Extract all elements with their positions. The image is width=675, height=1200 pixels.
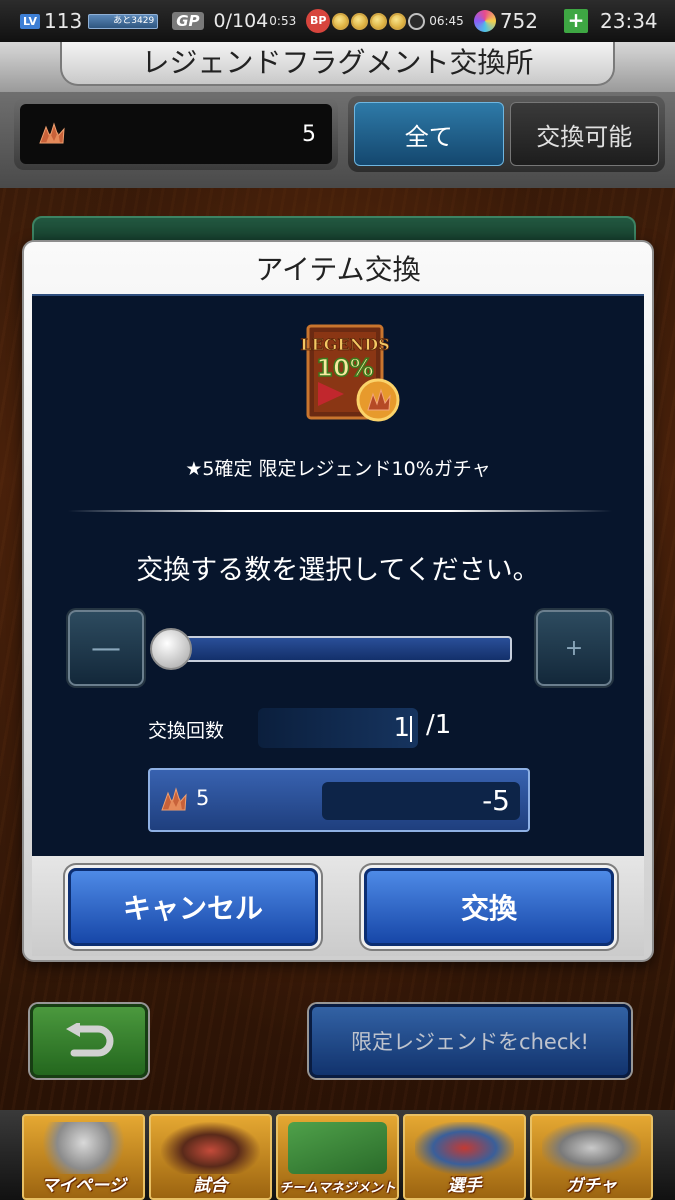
tab-all[interactable]: 全て <box>354 102 504 166</box>
tab-match[interactable]: 試合 <box>149 1114 272 1200</box>
tab-team-management[interactable]: チームマネジメント <box>276 1114 399 1200</box>
cost-row: 5 -5 <box>148 768 530 832</box>
bp-dot-filled <box>389 12 407 30</box>
increment-button[interactable]: + <box>536 610 612 686</box>
fragment-cost: -5 <box>322 782 520 820</box>
filter-tabs: 全て 交換可能 <box>348 96 665 172</box>
title-bar: レジェンドフラグメント交換所 <box>0 42 675 92</box>
bp-dot-filled <box>351 12 369 30</box>
shield-icon <box>34 1122 133 1174</box>
bp-timer: 06:45 <box>429 14 464 28</box>
tab-gacha[interactable]: ガチャ <box>530 1114 653 1200</box>
add-gems-button[interactable]: + <box>564 9 589 33</box>
dialog-body: LEGENDS 10% ★5確定 限定レジェンド10%ガチャ 交換する数を選択し… <box>32 294 644 856</box>
level-value: 113 <box>44 9 83 33</box>
status-bar: LV 113 あと3429 GP 0/104 0:53 BP 06:45 752… <box>0 0 675 42</box>
dialog-footer: キャンセル 交換 <box>32 856 644 956</box>
gem-icon <box>473 10 496 32</box>
fragments-owned: 5 <box>196 786 210 810</box>
dialog-title: アイテム交換 <box>255 253 421 286</box>
bp-badge: BP <box>306 9 331 33</box>
players-icon <box>415 1122 514 1174</box>
exchange-count-label: 交換回数 <box>148 720 225 742</box>
fragment-count: 5 <box>302 121 316 147</box>
bp-dot-filled <box>332 12 350 30</box>
gem-count: 752 <box>499 9 539 33</box>
filter-bar: 5 全て 交換可能 <box>0 92 675 188</box>
legends-gacha-ticket-icon: LEGENDS 10% <box>300 324 400 422</box>
pitch-formation-icon <box>288 1122 387 1174</box>
fragment-count-box: 5 <box>14 98 338 170</box>
legend-fragment-icon <box>161 787 187 811</box>
cards-icon <box>542 1122 641 1174</box>
divider <box>68 510 612 512</box>
level-badge: LV <box>20 13 41 29</box>
exchange-button[interactable]: 交換 <box>364 868 614 946</box>
legend-fragment-icon <box>39 122 65 144</box>
exchange-count-max: /1 <box>426 710 452 740</box>
clock: 23:34 <box>600 9 658 33</box>
tab-exchangeable[interactable]: 交換可能 <box>509 102 659 166</box>
select-quantity-prompt: 交換する数を選択してください。 <box>136 555 540 586</box>
gp-timer: 0:53 <box>269 14 297 28</box>
bp-dot-empty <box>408 12 426 30</box>
bp-dot-filled <box>370 12 388 30</box>
tab-players[interactable]: 選手 <box>403 1114 526 1200</box>
gp-badge: GP <box>172 12 204 30</box>
quantity-slider-handle[interactable] <box>150 628 192 670</box>
item-name: ★5確定 限定レジェンド10%ガチャ <box>185 458 491 480</box>
exchange-count-field[interactable]: 1 <box>258 708 418 748</box>
decrement-button[interactable]: — <box>68 610 144 686</box>
ticket-text: LEGENDS <box>300 335 389 354</box>
page-title: レジェンドフラグメント交換所 <box>60 42 615 86</box>
quantity-slider[interactable] <box>156 636 512 662</box>
cancel-button[interactable]: キャンセル <box>68 868 318 946</box>
gp-value: 0/104 <box>213 10 269 32</box>
stadium-icon <box>161 1122 260 1174</box>
bottom-tab-bar: マイページ 試合 チームマネジメント 選手 ガチャ <box>0 1110 675 1200</box>
svg-text:10%: 10% <box>316 354 373 382</box>
exp-bar: あと3429 <box>88 13 159 29</box>
item-exchange-dialog: アイテム交換 LEGENDS 10% ★5確定 限定レジェンド10%ガチャ 交換… <box>22 240 654 962</box>
tab-mypage[interactable]: マイページ <box>22 1114 145 1200</box>
